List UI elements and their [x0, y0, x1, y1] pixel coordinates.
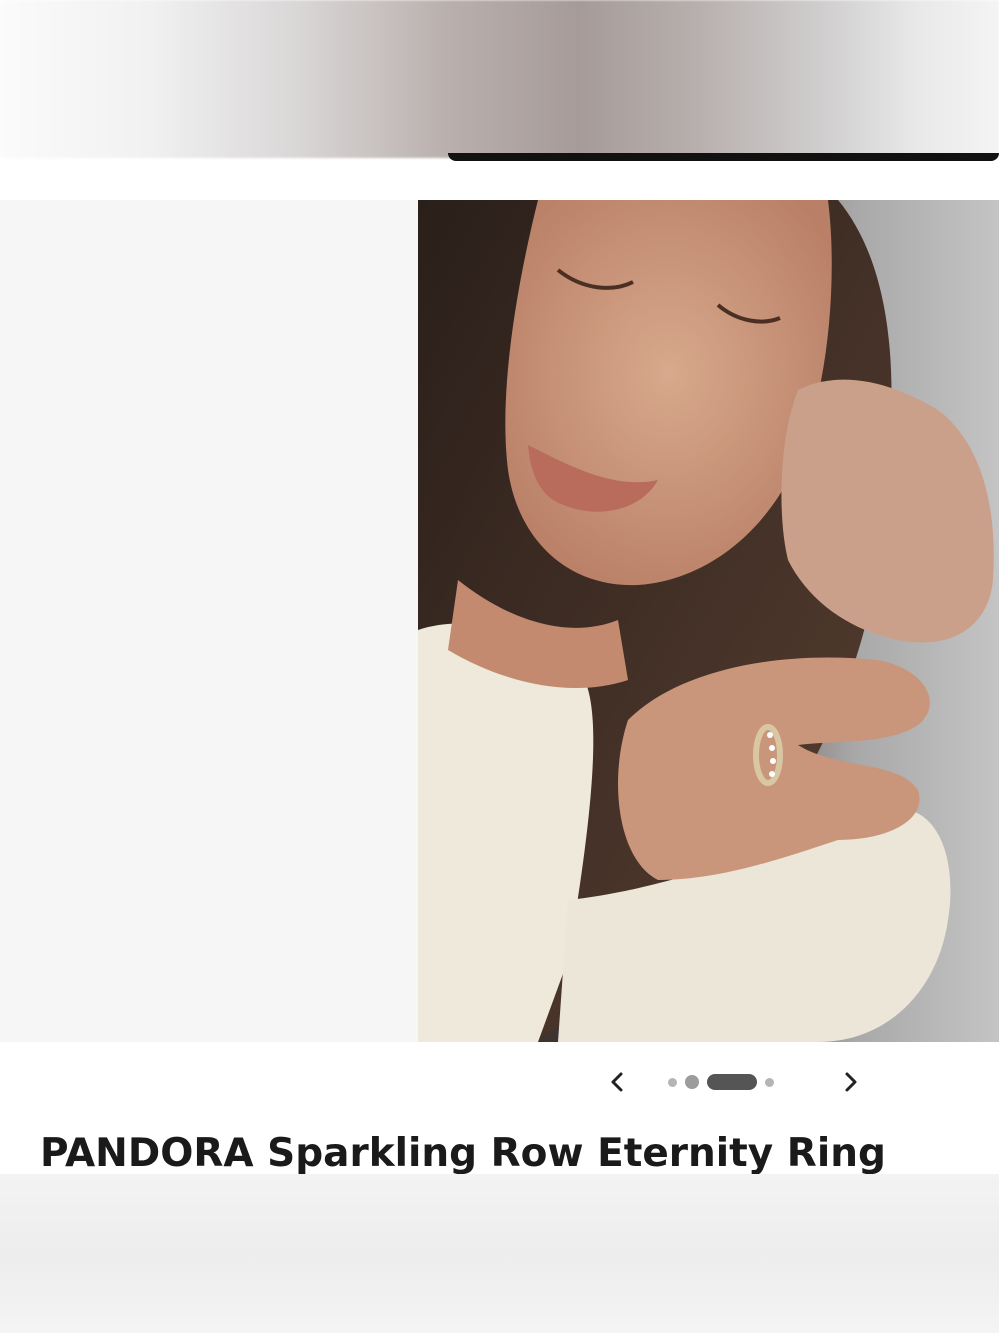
chevron-left-icon	[611, 1072, 623, 1092]
gallery-prev-button[interactable]	[598, 1062, 638, 1102]
gallery-dot-3-active[interactable]	[707, 1074, 757, 1090]
product-photo-illustration	[418, 200, 999, 1042]
blurred-header	[0, 0, 999, 158]
gallery-pagination-dots	[668, 1074, 774, 1090]
gallery-dot-4[interactable]	[765, 1077, 774, 1087]
chevron-right-icon	[845, 1072, 857, 1092]
product-gallery[interactable]	[0, 200, 999, 1042]
gallery-dot-1[interactable]	[668, 1077, 677, 1087]
product-photo[interactable]	[418, 200, 999, 1042]
product-title: PANDORA Sparkling Row Eternity Ring	[40, 1131, 886, 1174]
gallery-carousel-controls	[598, 1062, 874, 1102]
gallery-next-button[interactable]	[830, 1062, 870, 1102]
gallery-previous-slide-area	[0, 200, 418, 1042]
header-edge	[448, 153, 999, 161]
blurred-bottom-overlay	[0, 1174, 999, 1333]
gallery-dot-2[interactable]	[685, 1075, 699, 1089]
